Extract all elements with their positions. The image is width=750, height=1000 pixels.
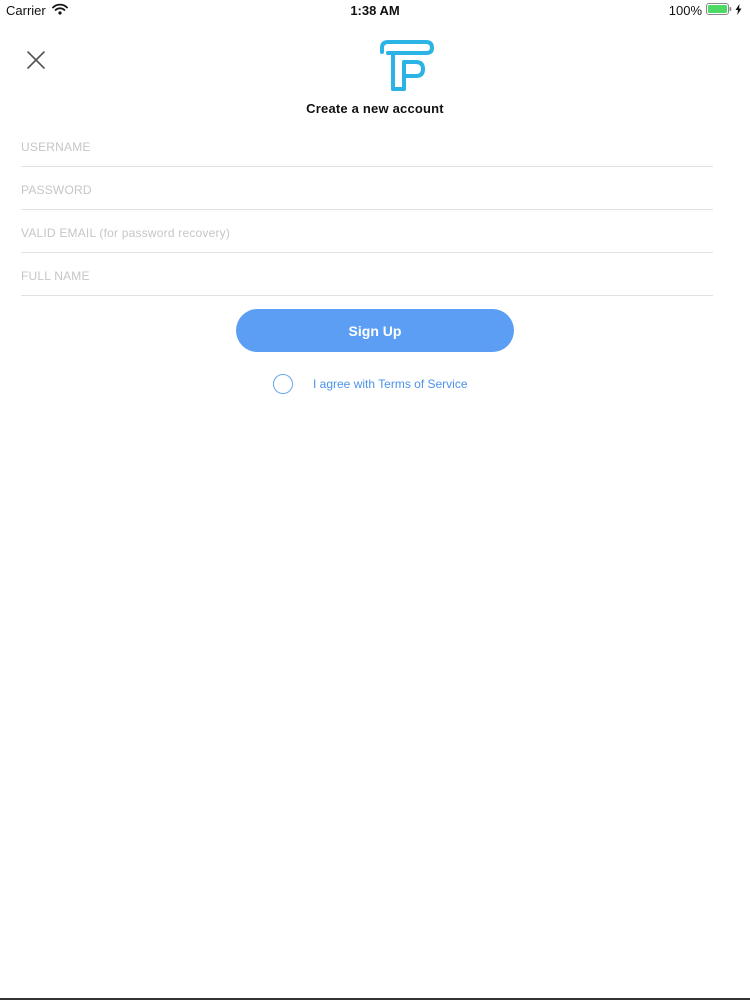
email-field[interactable] — [21, 216, 713, 250]
email-field-container — [21, 216, 713, 253]
fullname-field[interactable] — [21, 259, 713, 293]
fullname-field-container — [21, 259, 713, 296]
username-field-container — [21, 130, 713, 167]
terms-link[interactable]: I agree with Terms of Service — [313, 377, 468, 391]
password-field[interactable] — [21, 173, 713, 207]
password-field-container — [21, 173, 713, 210]
terms-checkbox[interactable] — [273, 374, 293, 394]
status-time: 1:38 AM — [350, 3, 400, 18]
battery-icon — [706, 3, 732, 18]
close-icon — [27, 51, 45, 69]
page-title: Create a new account — [306, 101, 444, 116]
bolt-icon — [735, 3, 742, 18]
status-bar: Carrier 1:38 AM 100% — [0, 0, 750, 22]
status-right: 100% — [669, 3, 742, 18]
username-field[interactable] — [21, 130, 713, 164]
close-button[interactable] — [22, 46, 50, 74]
brand-logo — [376, 39, 436, 93]
signup-screen: Carrier 1:38 AM 100% Create a new accoun… — [0, 0, 750, 1000]
signup-button[interactable]: Sign Up — [236, 309, 514, 352]
battery-percent: 100% — [668, 3, 702, 18]
